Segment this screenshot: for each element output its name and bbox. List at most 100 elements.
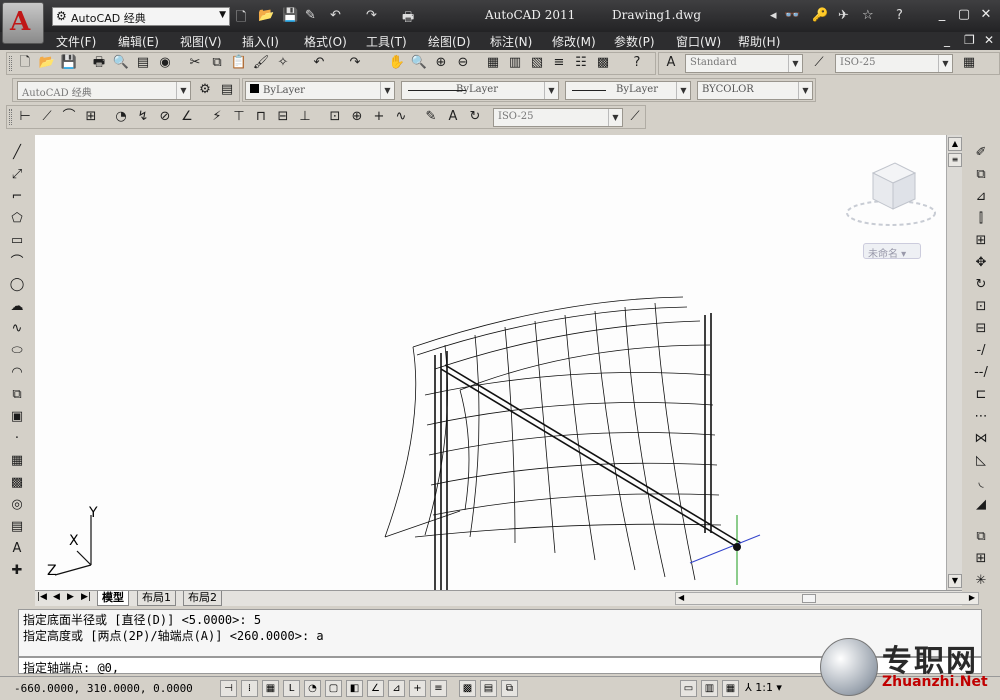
aligned-dim-icon[interactable]: ⟋	[37, 107, 57, 127]
tab-nav-first[interactable]: |◀	[37, 592, 47, 602]
ducs-icon[interactable]: ⊿	[388, 680, 405, 697]
stretch-icon[interactable]: ⊟	[970, 319, 992, 339]
redo-icon[interactable]: ↷	[345, 53, 365, 73]
dim-space-icon[interactable]: ⊟	[273, 107, 293, 127]
circle-icon[interactable]: ◯	[6, 275, 28, 295]
hatch-icon[interactable]: ▦	[6, 451, 28, 471]
plot-icon[interactable]: 🖶	[89, 53, 109, 73]
zoom-window-icon[interactable]: ⊕	[431, 53, 451, 73]
tab-layout2[interactable]: 布局2	[183, 591, 222, 606]
tab-model[interactable]: 模型	[97, 591, 129, 606]
maximize-button[interactable]: ▢	[954, 7, 974, 24]
inspection-icon[interactable]: +	[369, 107, 389, 127]
explode-icon[interactable]: ✳	[970, 571, 992, 591]
quick-view-drawings-icon[interactable]: ▦	[722, 680, 739, 697]
quick-properties-icon[interactable]: ▤	[480, 680, 497, 697]
doc-close-button[interactable]: ✕	[984, 33, 994, 47]
continue-dim-icon[interactable]: ⊓	[251, 107, 271, 127]
insert-block-icon[interactable]: ⧉	[6, 385, 28, 405]
menu-format[interactable]: 格式(O)	[304, 33, 347, 50]
line-icon[interactable]: ╱	[6, 143, 28, 163]
revcloud-icon[interactable]: ☁	[6, 297, 28, 317]
match-properties-icon[interactable]: 🖌	[251, 53, 271, 73]
menu-insert[interactable]: 插入(I)	[242, 33, 279, 50]
radius-dim-icon[interactable]: ◔	[111, 107, 131, 127]
horizontal-scrollbar[interactable]: ◀ ▶	[675, 592, 979, 605]
menu-draw[interactable]: 绘图(D)	[428, 33, 471, 50]
dim-style-icon[interactable]: ⟋	[809, 53, 829, 73]
extend-icon[interactable]: --/	[970, 363, 992, 383]
ellipse-arc-icon[interactable]: ◠	[6, 363, 28, 383]
dim-edit-icon[interactable]: ✎	[421, 107, 441, 127]
save-icon[interactable]: 💾	[59, 53, 79, 73]
color-control[interactable]: ByLayer ▼	[245, 81, 395, 100]
block-editor-icon[interactable]: ✧	[273, 53, 293, 73]
binoculars-icon[interactable]: 👓	[784, 8, 800, 23]
blend-icon[interactable]: ◢	[970, 495, 992, 515]
layer-manager-icon[interactable]: ▤	[217, 80, 237, 100]
publish-icon[interactable]: ▤	[133, 53, 153, 73]
chamfer-icon[interactable]: ◺	[970, 451, 992, 471]
dim-style-manager-icon[interactable]: ⟋	[625, 107, 645, 127]
table-style-icon[interactable]: ▦	[959, 53, 979, 73]
markup-icon[interactable]: ☷	[571, 53, 591, 73]
point-icon[interactable]: ·	[6, 429, 28, 449]
3d-osnap-icon[interactable]: ◧	[346, 680, 363, 697]
menu-modify[interactable]: 修改(M)	[552, 33, 596, 50]
angular-dim-icon[interactable]: ∠	[177, 107, 197, 127]
plot-icon[interactable]: 🖶	[402, 8, 414, 30]
polar-tracking-icon[interactable]: ◔	[304, 680, 321, 697]
transparency-icon[interactable]: ▩	[459, 680, 476, 697]
otrack-icon[interactable]: ∠	[367, 680, 384, 697]
mtext-icon[interactable]: A	[6, 539, 28, 559]
ellipse-icon[interactable]: ⬭	[6, 341, 28, 361]
dim-break-icon[interactable]: ⊥	[295, 107, 315, 127]
baseline-dim-icon[interactable]: ⊤	[229, 107, 249, 127]
scale-icon[interactable]: ⊡	[970, 297, 992, 317]
add-selected-icon[interactable]: ✚	[6, 561, 28, 581]
plotstyle-control[interactable]: BYCOLOR ▼	[697, 81, 813, 100]
design-center-icon[interactable]: ▥	[505, 53, 525, 73]
scroll-down-button[interactable]: ▼	[948, 574, 962, 588]
jogged-dim-icon[interactable]: ↯	[133, 107, 153, 127]
help-icon[interactable]: ?	[627, 53, 647, 73]
tolerance-icon[interactable]: ⊡	[325, 107, 345, 127]
vertical-scrollbar[interactable]: ▲ ≡ ▼	[946, 135, 962, 590]
prev-icon[interactable]: ◂	[770, 8, 777, 23]
scroll-right-button[interactable]: ▶	[969, 593, 975, 602]
ungroup-icon[interactable]: ⊞	[970, 549, 992, 569]
save-icon[interactable]: 💾	[282, 8, 298, 23]
rectangle-icon[interactable]: ▭	[6, 231, 28, 251]
scroll-thumb[interactable]: ≡	[948, 153, 962, 167]
dim-style-select-2[interactable]: ISO-25 ▼	[493, 108, 623, 127]
zoom-previous-icon[interactable]: ⊖	[453, 53, 473, 73]
open-file-icon[interactable]: 📂	[258, 8, 274, 23]
toolbar-grip[interactable]	[9, 56, 12, 71]
text-style-icon[interactable]: A	[661, 53, 681, 73]
polygon-icon[interactable]: ⬠	[6, 209, 28, 229]
properties-icon[interactable]: ▦	[483, 53, 503, 73]
cut-icon[interactable]: ✂	[185, 53, 205, 73]
doc-minimize-button[interactable]: _	[944, 33, 950, 47]
dyn-input-icon[interactable]: +	[409, 680, 426, 697]
break-at-point-icon[interactable]: ⊏	[970, 385, 992, 405]
diameter-dim-icon[interactable]: ⊘	[155, 107, 175, 127]
center-mark-icon[interactable]: ⊕	[347, 107, 367, 127]
tool-palettes-icon[interactable]: ▧	[527, 53, 547, 73]
sheet-set-icon[interactable]: ≡	[549, 53, 569, 73]
pan-icon[interactable]: ✋	[387, 53, 407, 73]
new-file-icon[interactable]: 🗋	[236, 8, 246, 30]
menu-dimension[interactable]: 标注(N)	[490, 33, 532, 50]
tab-layout1[interactable]: 布局1	[137, 591, 176, 606]
copy-icon[interactable]: ⧉	[207, 53, 227, 73]
workspace-select-2[interactable]: AutoCAD 经典 ▼	[17, 81, 191, 100]
viewcube[interactable]	[845, 155, 945, 245]
zoom-realtime-icon[interactable]: 🔍	[409, 53, 429, 73]
arc-length-icon[interactable]: ⌒	[59, 107, 79, 127]
copy-object-icon[interactable]: ⧉	[970, 165, 992, 185]
lineweight-control[interactable]: ByLayer ▼	[565, 81, 691, 100]
scroll-up-button[interactable]: ▲	[948, 137, 962, 151]
menu-edit[interactable]: 编辑(E)	[118, 33, 159, 50]
application-button[interactable]: A	[2, 2, 44, 44]
polyline-icon[interactable]: ⌐	[6, 187, 28, 207]
